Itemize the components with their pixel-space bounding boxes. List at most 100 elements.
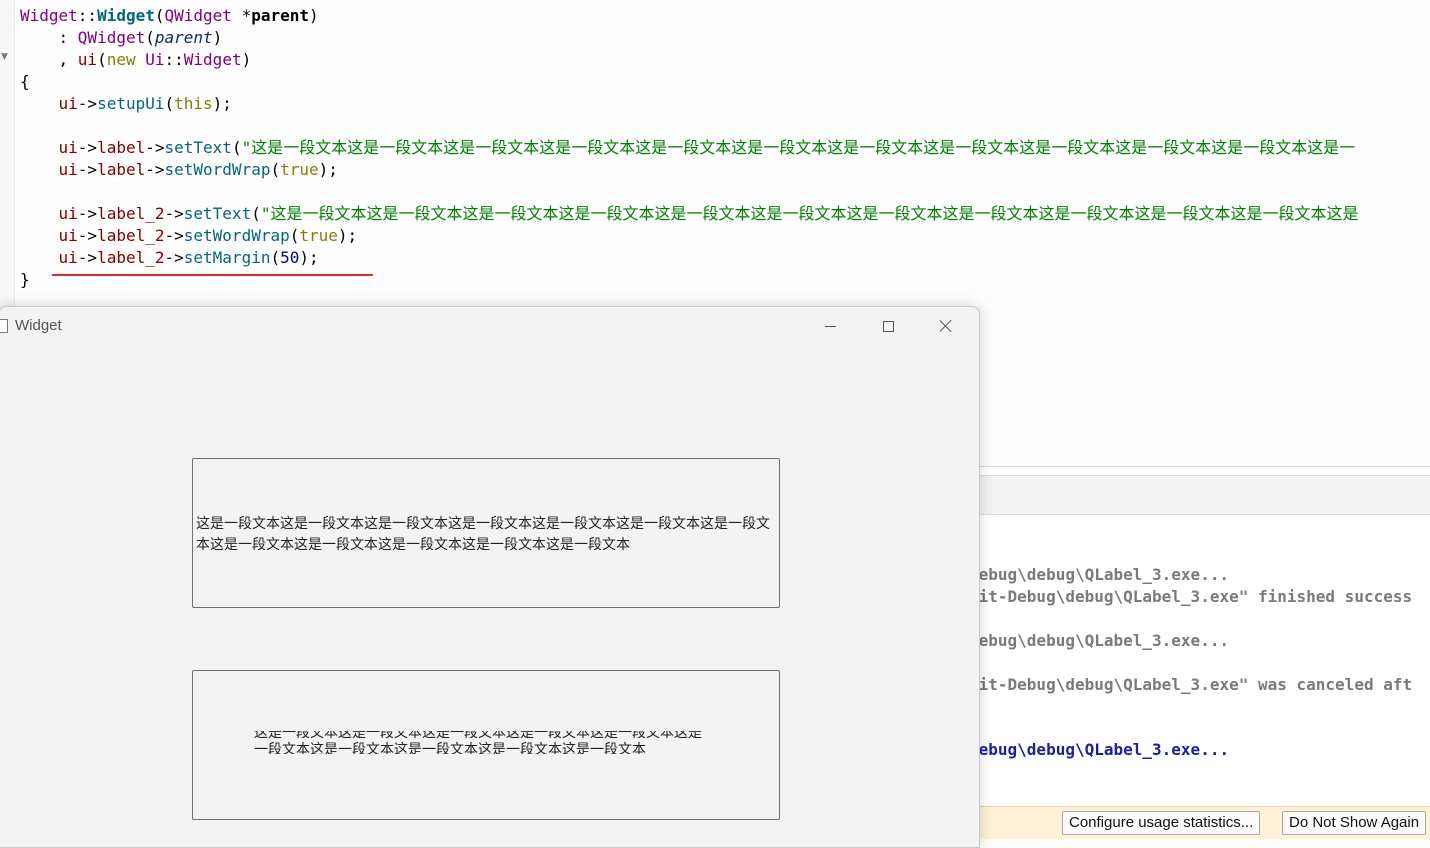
window-title: Widget (15, 317, 62, 334)
code-token: ); (318, 160, 338, 179)
code-token: ) (212, 28, 223, 47)
label-1-text: 这是一段文本这是一段文本这是一段文本这是一段文本这是一段文本这是一段文本这是一段… (196, 516, 770, 553)
code-editor[interactable]: ▼ Widget::Widget(QWidget *parent) : QWid… (0, 0, 1430, 310)
code-token: ( (154, 6, 165, 25)
code-token: setupUi (97, 94, 165, 113)
code-token: Ui (145, 50, 165, 69)
code-token: -> (77, 160, 98, 179)
configure-usage-statistics-button[interactable]: Configure usage statistics... (1062, 811, 1261, 835)
code-token: :: (164, 50, 184, 69)
label-2-text: 这是一段文本这是一段文本这是一段文本这是一段文本这是一段文本这是一段文本这是一段… (254, 731, 702, 754)
code-token: Widget (20, 6, 78, 25)
close-icon (939, 319, 953, 333)
code-token: ) (241, 50, 252, 69)
minimize-button[interactable] (807, 311, 853, 341)
widget-window: Widget 这是一段文本这是一段文本这是一段文本这是一段文本这是一段文本这是一… (0, 306, 980, 848)
code-token: true (280, 160, 319, 179)
code-token: ui (58, 204, 78, 223)
code-line[interactable]: ui->label->setText("这是一段文本这是一段文本这是一段文本这是… (20, 137, 1356, 159)
do-not-show-again-button[interactable]: Do Not Show Again (1282, 811, 1427, 835)
code-token: ( (270, 248, 281, 267)
code-token: { (20, 72, 30, 91)
red-annotation-underline (52, 274, 373, 276)
code-token: ui (58, 160, 78, 179)
code-token: , (20, 50, 78, 69)
code-token: ); (299, 248, 319, 267)
output-line: bit-Debug\debug\QLabel_3.exe" was cancel… (969, 675, 1413, 694)
maximize-icon (882, 320, 894, 332)
code-token: ); (337, 226, 358, 245)
code-token: setMargin (183, 248, 271, 267)
code-token: -> (77, 94, 98, 113)
code-token: setWordWrap (183, 226, 290, 245)
code-token: ); (212, 94, 232, 113)
code-token: Widget (97, 6, 155, 25)
code-token: ( (231, 138, 242, 157)
code-token: ui (58, 138, 78, 157)
code-token: :: (77, 6, 98, 25)
code-token: label (97, 160, 146, 179)
code-token: ui (58, 94, 78, 113)
code-token: ui (58, 226, 78, 245)
code-token: ( (270, 160, 281, 179)
code-token: QWidget (77, 28, 146, 47)
label-2-margin: 这是一段文本这是一段文本这是一段文本这是一段文本这是一段文本这是一段文本这是一段… (192, 670, 780, 820)
code-token: : (20, 28, 78, 47)
code-line[interactable]: { (20, 71, 30, 93)
maximize-button[interactable] (865, 311, 911, 341)
usage-statistics-infobar: Configure usage statistics... Do Not Sho… (975, 806, 1430, 839)
code-token: label (97, 138, 146, 157)
editor-gutter: ▼ (0, 0, 15, 310)
label-word-wrap: 这是一段文本这是一段文本这是一段文本这是一段文本这是一段文本这是一段文本这是一段… (192, 458, 780, 608)
code-line[interactable]: ui->label_2->setWordWrap(true); (20, 225, 358, 247)
code-token: -> (145, 160, 165, 179)
code-token: -> (164, 248, 184, 267)
code-token: } (20, 270, 30, 289)
minimize-icon (824, 325, 836, 327)
code-token: ( (289, 226, 300, 245)
code-token: -> (77, 226, 98, 245)
close-button[interactable] (923, 311, 969, 341)
code-token: -> (77, 138, 98, 157)
code-line[interactable]: Widget::Widget(QWidget *parent) (20, 5, 319, 27)
output-line: bit-Debug\debug\QLabel_3.exe" finished s… (969, 587, 1413, 606)
code-token: setText (164, 138, 232, 157)
code-token: true (299, 226, 338, 245)
code-token: ( (145, 28, 155, 47)
fold-arrow-icon[interactable]: ▼ (1, 52, 8, 62)
window-titlebar[interactable]: Widget (0, 307, 979, 345)
label-2-clip-area: 这是一段文本这是一段文本这是一段文本这是一段文本这是一段文本这是一段文本这是一段… (254, 731, 714, 754)
code-token: QWidget (164, 6, 232, 25)
code-token: ui (58, 248, 78, 267)
code-line[interactable]: } (20, 269, 30, 291)
code-line[interactable]: , ui(new Ui::Widget) (20, 49, 252, 71)
code-token: new (106, 50, 136, 69)
code-token: label_2 (97, 226, 165, 245)
code-line[interactable]: : QWidget(parent) (20, 27, 223, 49)
code-token: setText (183, 204, 252, 223)
output-line: Debug\debug\QLabel_3.exe... (969, 740, 1230, 759)
code-token: -> (164, 226, 184, 245)
code-token: label_2 (97, 248, 165, 267)
code-token: "这是一段文本这是一段文本这是一段文本这是一段文本这是一段文本这是一段文本这是一… (260, 204, 1359, 223)
app-icon (0, 319, 8, 333)
code-token: ( (97, 50, 107, 69)
code-line[interactable]: ui->label_2->setText("这是一段文本这是一段文本这是一段文本… (20, 203, 1359, 225)
output-toolbar (975, 475, 1430, 515)
code-token: setWordWrap (164, 160, 271, 179)
code-token: label_2 (97, 204, 165, 223)
code-line[interactable]: ui->setupUi(this); (20, 93, 232, 115)
code-token: -> (164, 204, 184, 223)
code-token: this (174, 94, 213, 113)
code-token: 50 (280, 248, 300, 267)
code-token: * (231, 6, 252, 25)
code-token: parent (154, 28, 213, 47)
code-line[interactable]: ui->label->setWordWrap(true); (20, 159, 338, 181)
code-line[interactable]: ui->label_2->setMargin(50); (20, 247, 319, 269)
output-line: Debug\debug\QLabel_3.exe... (969, 631, 1230, 650)
code-token: parent (251, 6, 309, 25)
